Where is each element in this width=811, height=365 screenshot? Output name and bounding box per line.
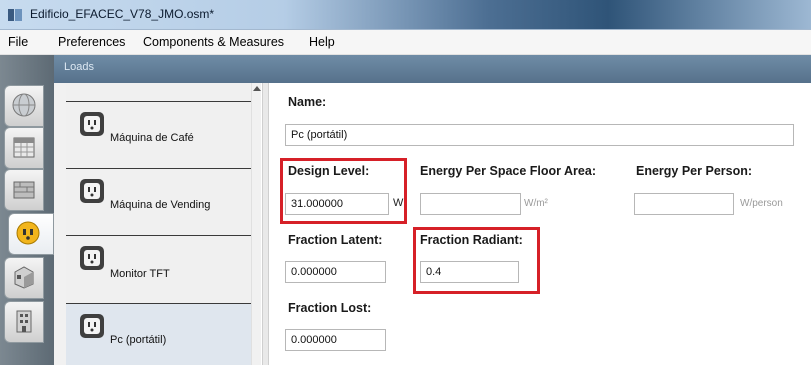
loads-list: Máquina de Café Máquina de Vending Monit… [54, 83, 261, 365]
fraction-latent-field[interactable]: 0.000000 [285, 261, 386, 283]
list-item-label: Máquina de Café [110, 132, 194, 144]
vertical-tab-strip [0, 55, 54, 365]
tab-building[interactable] [4, 301, 44, 343]
splitter[interactable] [262, 83, 269, 365]
app-icon [8, 9, 22, 21]
plug-icon [80, 179, 104, 203]
loads-header-title: Loads [64, 61, 94, 73]
menu-help[interactable]: Help [309, 35, 335, 49]
list-item[interactable]: Máquina de Vending [66, 168, 251, 235]
energy-per-area-field[interactable] [420, 193, 521, 215]
scroll-up-icon[interactable] [253, 86, 261, 91]
window-title: Edificio_EFACEC_V78_JMO.osm* [30, 7, 215, 21]
fraction-lost-label: Fraction Lost: [288, 301, 372, 315]
list-item[interactable]: Máquina de Café [66, 101, 251, 168]
app-window: Edificio_EFACEC_V78_JMO.osm* File Prefer… [0, 0, 811, 365]
tab-loads[interactable] [8, 213, 54, 255]
menu-components-measures[interactable]: Components & Measures [143, 35, 284, 49]
space-types-icon [14, 266, 34, 289]
name-field[interactable]: Pc (portátil) [285, 124, 794, 146]
menu-bar: File Preferences Components & Measures H… [0, 30, 811, 55]
tab-space-types[interactable] [4, 257, 44, 299]
globe-icon [12, 93, 36, 117]
tab-constructions[interactable] [4, 169, 44, 211]
loads-icon [16, 221, 40, 245]
list-item[interactable]: Monitor TFT [66, 235, 251, 303]
energy-per-area-unit: W/m² [524, 198, 548, 209]
energy-per-person-unit: W/person [740, 198, 783, 209]
list-scrollbar[interactable] [251, 83, 261, 365]
list-item-label: Monitor TFT [110, 268, 170, 280]
plug-icon [80, 246, 104, 270]
building-icon [16, 310, 32, 333]
highlight-box-fraction-radiant [413, 227, 540, 294]
highlight-box-design-level [280, 158, 407, 224]
list-item-label: Máquina de Vending [110, 199, 211, 211]
energy-per-person-label: Energy Per Person: [636, 164, 753, 178]
energy-per-area-label: Energy Per Space Floor Area: [420, 164, 596, 178]
energy-per-person-field[interactable] [634, 193, 734, 215]
fraction-latent-label: Fraction Latent: [288, 233, 383, 247]
list-item-label: Pc (portátil) [110, 334, 167, 346]
construction-icon [13, 181, 35, 199]
menu-file[interactable]: File [8, 35, 28, 49]
list-item[interactable] [66, 83, 251, 101]
plug-icon [80, 314, 104, 338]
menu-preferences[interactable]: Preferences [58, 35, 125, 49]
title-bar: Edificio_EFACEC_V78_JMO.osm* [0, 0, 811, 30]
calendar-icon [13, 137, 35, 158]
name-label: Name: [288, 95, 327, 109]
plug-icon [80, 112, 104, 136]
loads-header: Loads [54, 55, 811, 83]
list-item-selected[interactable]: Pc (portátil) [66, 303, 251, 365]
tab-schedules[interactable] [4, 127, 44, 169]
tab-site[interactable] [4, 85, 44, 127]
fraction-lost-field[interactable]: 0.000000 [285, 329, 386, 351]
